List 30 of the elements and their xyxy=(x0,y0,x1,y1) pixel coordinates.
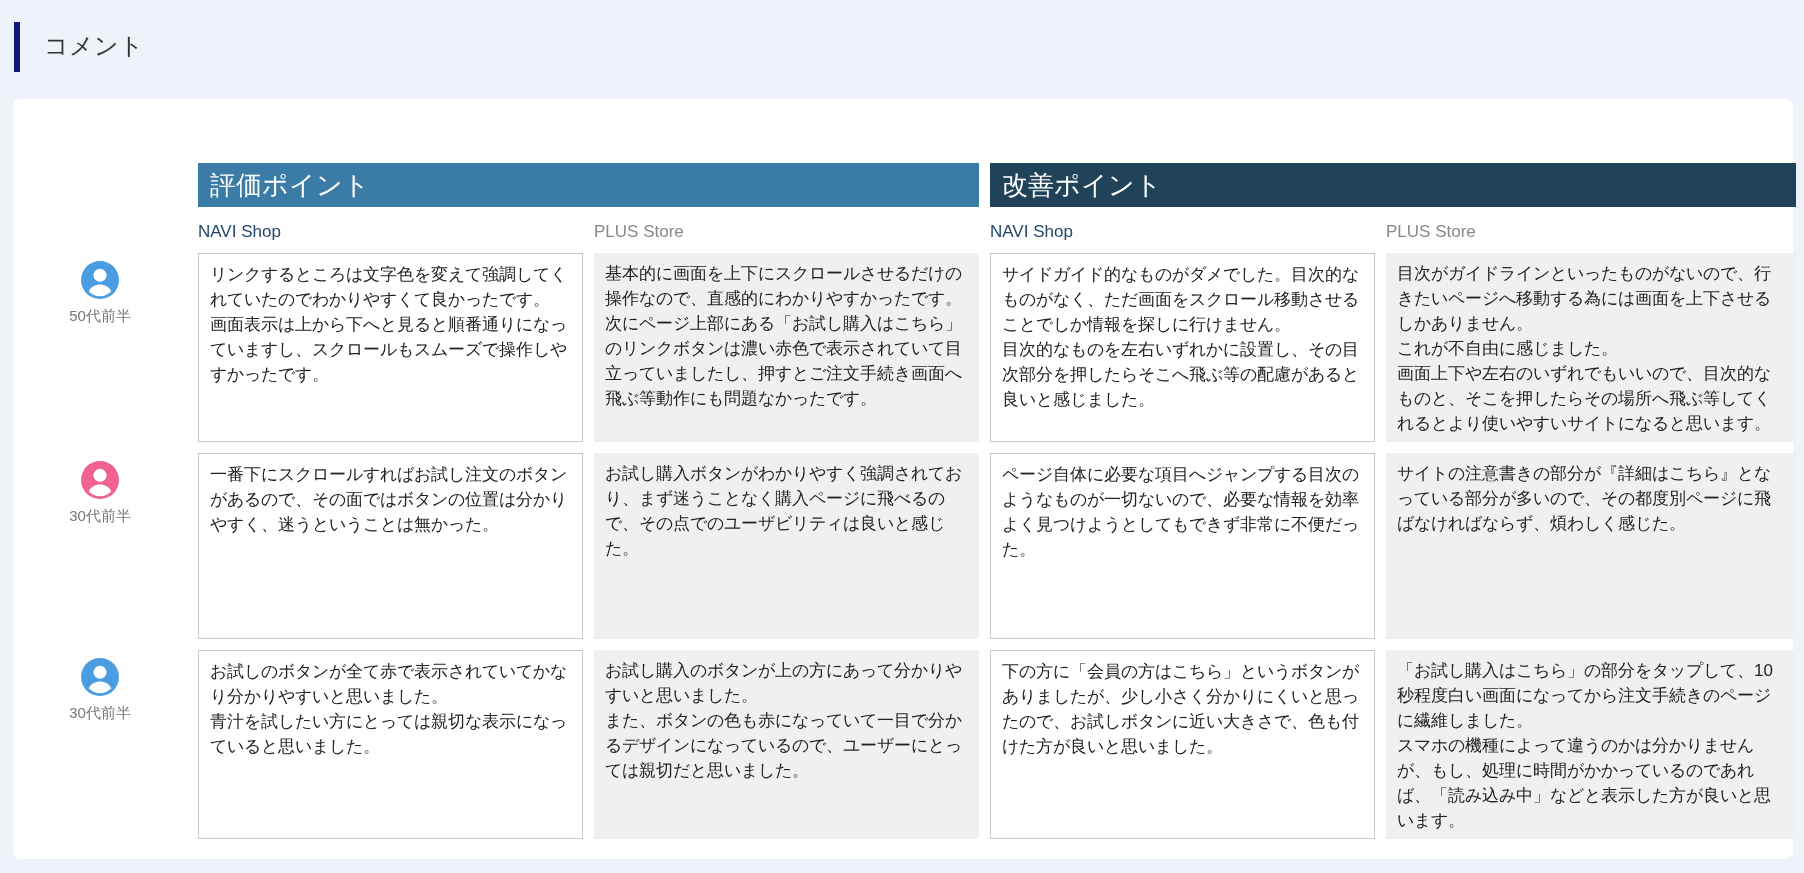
section-header: 評価ポイント xyxy=(198,163,979,207)
section-header: 改善ポイント xyxy=(990,163,1796,207)
age-label: 30代前半 xyxy=(69,507,131,526)
comment-text: 目次がガイドラインといったものがないので、行きたいページへ移動する為には画面を上下させるしかありません。 xyxy=(1397,263,1772,335)
comment-text: 次にページ上部にある「お試し購入はこちら」のリンクボタンは濃い赤色で表示されていて目立っていましたし、押すとご注文手続き画面へ飛ぶ等動作にも問題なかったです。 xyxy=(605,313,963,410)
comment-text: ページ自体に必要な項目へジャンプする目次のようなものが一切ないので、必要な情報を効率よく見つけようとしてもできず非常に不便だった。 xyxy=(1002,464,1360,561)
comment-text: お試し購入ボタンがわかりやすく強調されており、まず迷うことなく購入ページに飛べるので、その点でのユーザビリティは良いと感じた。 xyxy=(605,463,963,560)
comment-text: 「お試し購入はこちら」の部分をタップして、10秒程度白い画面になってから注文手続きのページに繊維しました。 xyxy=(1397,660,1774,732)
comment-text: サイドガイド的なものがダメでした。目次的なものがなく、ただ画面をスクロール移動させることでしか情報を探しに行けません。 xyxy=(1002,264,1360,336)
comment-text: 一番下にスクロールすればお試し注文のボタンがあるので、その面ではボタンの位置は分かりやすく、迷うということは無かった。 xyxy=(210,464,568,536)
comment-text: また、ボタンの色も赤になっていて一目で分かるデザインになっているので、ユーザーにとっては親切だと思いました。 xyxy=(605,710,963,782)
comment-text: これが不自由に感じました。 xyxy=(1397,338,1619,360)
comment-text: 青汁を試したい方にとっては親切な表示になっていると思いました。 xyxy=(210,711,568,758)
comment-text: 下の方に「会員の方はこちら」というボタンがありましたが、少し小さく分かりにくいと思ったので、お試しボタンに近い大きさで、色も付けた方が良いと思いました。 xyxy=(1002,661,1360,758)
comment-text: お試しのボタンが全て赤で表示されていてかなり分かりやすいと思いました。 xyxy=(210,661,568,708)
age-label: 30代前半 xyxy=(69,704,131,723)
comment-text: 目次的なものを左右いずれかに設置し、その目次部分を押したらそこへ飛ぶ等の配慮があると良いと感じました。 xyxy=(1002,339,1360,411)
comment-text: スマホの機種によって違うのかは分かりませんが、もし、処理に時間がかかっているのであれば、「読み込み中」などと表示した方が良いと思います。 xyxy=(1397,735,1772,832)
comment-text: 画面上下や左右のいずれでもいいので、目次的なものと、そこを押したらその場所へ飛ぶ等してくれるとより使いやすいサイトになると思います。 xyxy=(1397,363,1772,435)
age-label: 50代前半 xyxy=(69,307,131,326)
store-label: PLUS Store xyxy=(594,222,685,242)
comment-text: お試し購入のボタンが上の方にあって分かりやすいと思いました。 xyxy=(605,660,963,707)
section-title: コメント xyxy=(14,22,1804,72)
comment-text: サイトの注意書きの部分が『詳細はこちら』となっている部分が多いので、その都度別ページに飛ばなければならず、煩わしく感じた。 xyxy=(1397,463,1772,535)
comment-text: リンクするところは文字色を変えて強調してくれていたのでわかりやすくて良かったです。 xyxy=(210,264,568,311)
comment-text: 画面表示は上から下へと見ると順番通りになっていますし、スクロールもスムーズで操作しやすかったです。 xyxy=(210,314,568,386)
comment-text: 基本的に画面を上下にスクロールさせるだけの操作なので、直感的にわかりやすかったです。 xyxy=(605,263,963,310)
store-label: PLUS Store xyxy=(1386,222,1477,242)
store-label: NAVI Shop xyxy=(990,222,1074,242)
store-label: NAVI Shop xyxy=(198,222,282,242)
